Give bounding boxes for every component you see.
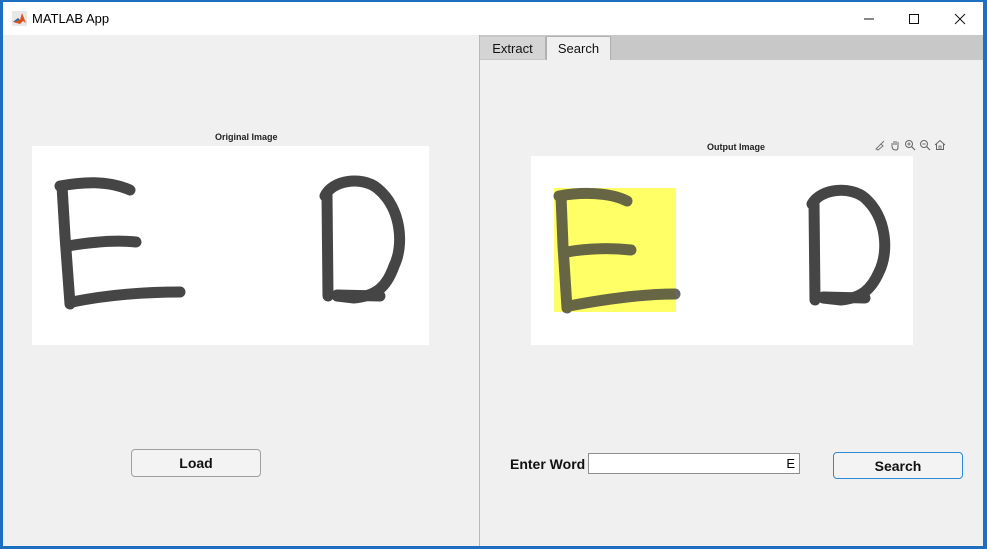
enter-word-label: Enter Word [510, 456, 586, 472]
app-window: MATLAB App Original Image Load Extract S… [3, 2, 983, 546]
pan-icon [891, 141, 899, 151]
minimize-button[interactable] [846, 2, 892, 35]
zoom-in-tool[interactable] [903, 138, 917, 152]
original-image-canvas [54, 175, 406, 310]
tab-extract[interactable]: Extract [480, 37, 546, 59]
tab-strip: Extract Search [480, 35, 983, 60]
maximize-icon [909, 13, 919, 24]
output-image-canvas [553, 184, 891, 314]
close-button[interactable] [937, 2, 983, 35]
tab-search[interactable]: Search [546, 36, 611, 60]
brush-tool[interactable] [873, 138, 887, 152]
home-tool[interactable] [933, 138, 947, 152]
zoom-in-icon [905, 140, 916, 151]
matlab-logo-icon [12, 11, 27, 26]
original-image-title: Original Image [215, 132, 278, 142]
letter-e-glyph [54, 177, 186, 310]
output-image-title: Output Image [707, 142, 765, 152]
pan-tool[interactable] [888, 138, 902, 152]
right-panel: Extract Search Output Image Enter Word E… [480, 35, 983, 546]
letter-d-glyph [806, 184, 891, 306]
close-icon [954, 13, 966, 24]
original-image-axes[interactable] [32, 146, 429, 345]
word-input[interactable] [588, 453, 800, 474]
load-button[interactable]: Load [131, 449, 261, 477]
search-button[interactable]: Search [833, 452, 963, 479]
output-image-axes[interactable] [531, 156, 913, 345]
letter-d-glyph [319, 175, 406, 304]
window-title: MATLAB App [32, 11, 110, 26]
maximize-button[interactable] [891, 2, 937, 35]
zoom-out-icon [920, 140, 931, 151]
search-tab-body: Output Image Enter Word E Search [480, 60, 983, 546]
left-panel: Original Image Load [3, 35, 479, 546]
axes-toolbar [873, 138, 947, 152]
brush-icon [875, 140, 885, 151]
zoom-out-tool[interactable] [918, 138, 932, 152]
home-icon [934, 139, 946, 150]
minimize-icon [864, 18, 874, 19]
title-bar[interactable]: MATLAB App [3, 2, 983, 35]
